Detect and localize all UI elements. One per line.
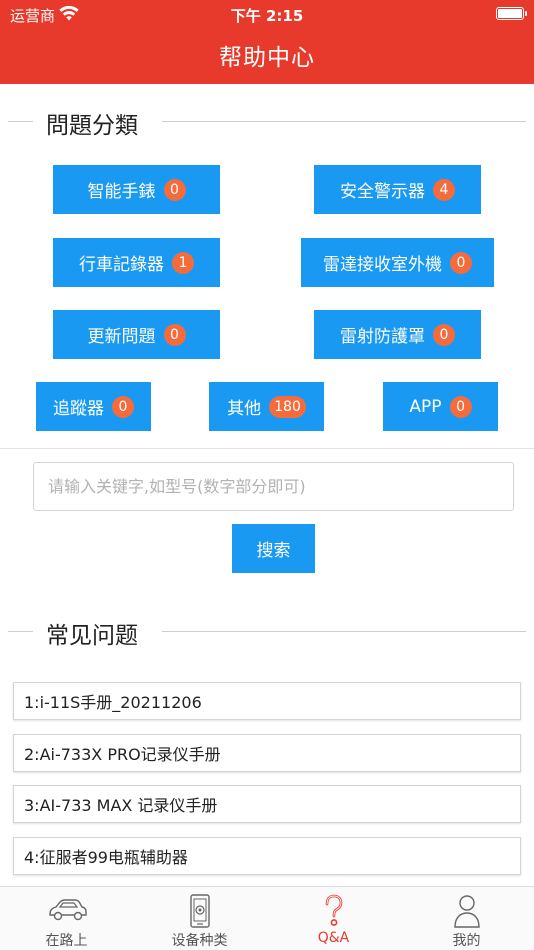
category-label: 安全警示器: [340, 182, 425, 202]
faq-title: 常见问题: [46, 623, 138, 649]
category-button-dashcam[interactable]: 行車記錄器 1: [53, 238, 220, 287]
tab-label: 设备种类: [171, 933, 228, 949]
tab-on-the-road[interactable]: 在路上: [0, 887, 133, 950]
category-button-laser-shield[interactable]: 雷射防護罩 0: [314, 310, 481, 359]
count-badge: 1: [172, 251, 194, 274]
category-label: 智能手錶: [87, 182, 156, 202]
categories-title: 問題分類: [46, 113, 138, 139]
category-label: APP: [409, 396, 442, 417]
count-badge: 0: [163, 178, 186, 201]
tab-mine[interactable]: 我的: [400, 887, 533, 950]
nav-bar: 帮助中心: [0, 28, 534, 84]
search-button[interactable]: 搜索: [232, 524, 315, 573]
device-icon: [133, 893, 266, 929]
faq-item[interactable]: 3:AI-733 MAX 记录仪手册: [13, 785, 521, 823]
category-label: 其他: [227, 399, 262, 419]
count-badge: 0: [163, 323, 186, 346]
category-button-other[interactable]: 其他 180: [209, 382, 324, 431]
person-icon: [400, 893, 533, 929]
category-label: 追蹤器: [53, 399, 104, 419]
tab-label: 在路上: [45, 933, 88, 949]
category-label: 雷射防護罩: [340, 327, 425, 347]
tab-label: 我的: [452, 933, 481, 949]
count-badge: 4: [433, 178, 455, 201]
divider-line: [8, 121, 33, 122]
category-label: 更新問題: [87, 327, 156, 347]
divider-line: [162, 121, 526, 122]
section-divider: [0, 448, 534, 449]
status-bar: 运营商 下午 2:15: [0, 0, 534, 28]
count-badge: 0: [450, 251, 472, 274]
tab-label: Q&A: [317, 930, 350, 946]
category-label: 雷達接收室外機: [323, 255, 442, 275]
search-input[interactable]: [33, 462, 514, 511]
battery-icon: [496, 7, 527, 20]
count-badge: 0: [433, 323, 455, 346]
count-badge: 180: [269, 395, 306, 418]
category-button-app[interactable]: APP 0: [383, 382, 498, 431]
categories-heading: 問題分類: [0, 106, 534, 139]
faq-item[interactable]: 2:Ai-733X PRO记录仪手册: [13, 734, 521, 772]
category-button-radar-receiver[interactable]: 雷達接收室外機 0: [301, 238, 494, 287]
divider-line: [162, 631, 526, 632]
category-button-update-issues[interactable]: 更新問題 0: [53, 310, 220, 359]
page-title: 帮助中心: [219, 45, 315, 71]
tab-bar: 在路上 设备种类 Q&A 我的: [0, 886, 534, 950]
tab-device-types[interactable]: 设备种类: [133, 887, 266, 950]
car-icon: [0, 893, 133, 929]
category-label: 行車記錄器: [79, 255, 164, 275]
faq-item[interactable]: 1:i-11S手册_20211206: [13, 682, 521, 720]
category-button-smartwatch[interactable]: 智能手錶 0: [53, 165, 220, 214]
count-badge: 0: [449, 395, 472, 418]
divider-line: [8, 631, 33, 632]
count-badge: 0: [112, 395, 134, 418]
faq-heading: 常见问题: [0, 616, 534, 649]
clock: 下午 2:15: [230, 7, 304, 25]
category-button-tracker[interactable]: 追蹤器 0: [36, 382, 151, 431]
category-button-safety-alarm[interactable]: 安全警示器 4: [314, 165, 481, 214]
tab-qa[interactable]: Q&A: [267, 887, 400, 950]
question-icon: [267, 893, 400, 929]
faq-item[interactable]: 4:征服者99电瓶辅助器: [13, 837, 521, 875]
